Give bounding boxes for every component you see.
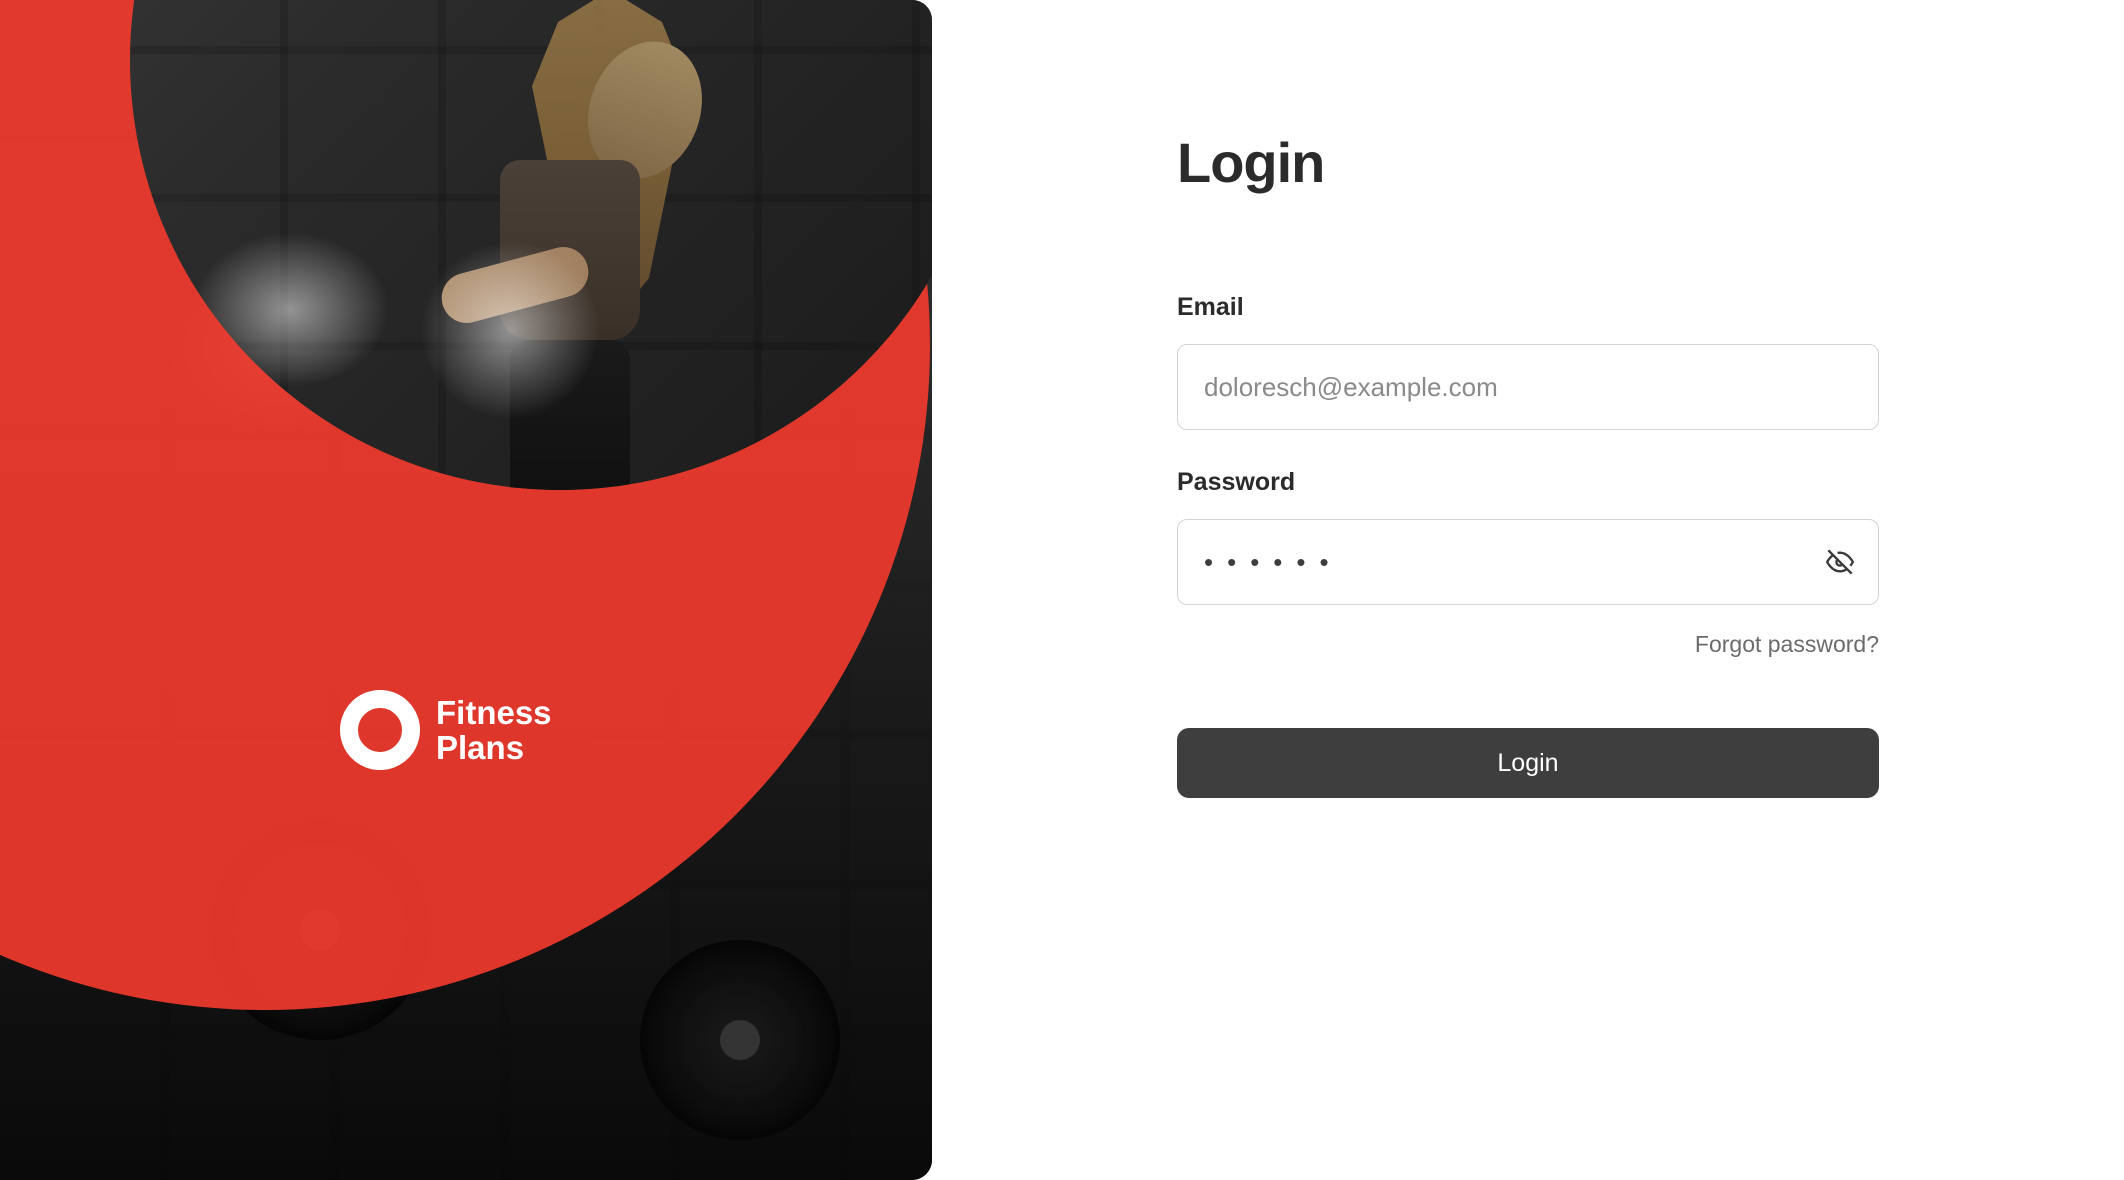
login-button[interactable]: Login <box>1177 728 1879 798</box>
hero-panel: Fitness Plans <box>0 0 932 1180</box>
brand-logo: Fitness Plans <box>340 690 552 770</box>
brand-name: Fitness Plans <box>436 695 552 766</box>
brand-line-1: Fitness <box>436 695 552 730</box>
brand-line-2: Plans <box>436 730 552 765</box>
ring-icon <box>340 690 420 770</box>
forgot-password-link[interactable]: Forgot password? <box>1695 631 1879 658</box>
email-label: Email <box>1177 293 1879 322</box>
athlete-figure <box>410 0 710 490</box>
eye-off-icon <box>1826 548 1854 576</box>
chalk-dust-decoration <box>420 240 600 420</box>
barbell-plate-decoration <box>640 940 840 1140</box>
email-input[interactable] <box>1177 344 1879 430</box>
hero-image-circle <box>130 0 932 490</box>
password-input[interactable] <box>1177 519 1879 605</box>
login-panel: Login Email Password Forgot password? Lo… <box>932 0 2124 1180</box>
password-field-wrap <box>1177 519 1879 605</box>
password-label: Password <box>1177 468 1879 497</box>
email-field-wrap <box>1177 344 1879 430</box>
forgot-password-row: Forgot password? <box>1177 631 1879 658</box>
page-title: Login <box>1177 130 1879 195</box>
toggle-password-visibility-button[interactable] <box>1825 547 1855 577</box>
